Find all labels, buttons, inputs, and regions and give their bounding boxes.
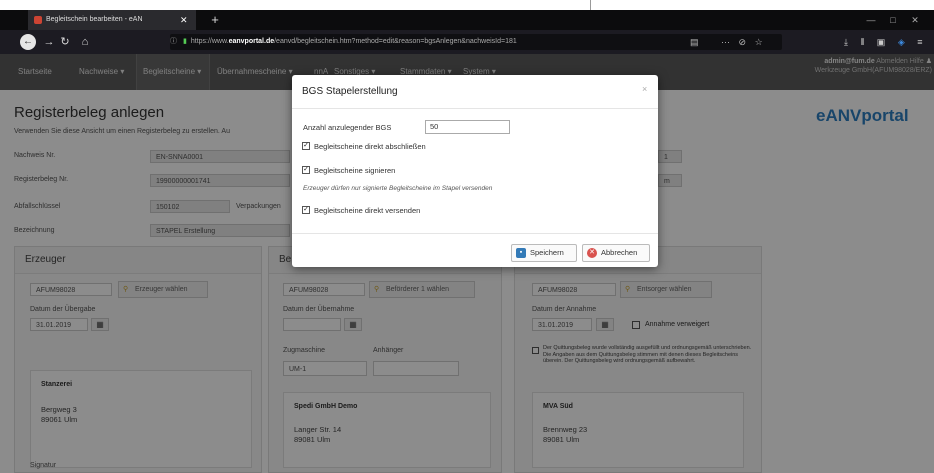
floppy-disk-icon: ▪ — [516, 248, 526, 258]
signature-hint: Erzeuger dürfen nur signierte Begleitsch… — [303, 185, 493, 192]
minimize-icon[interactable]: — — [860, 10, 882, 30]
bgs-stapel-dialog: BGS Stapelerstellung × Anzahl anzulegend… — [292, 75, 658, 267]
menu-icon[interactable]: ≡ — [917, 37, 922, 47]
url-path: /eanvd/begleitschein.htm?method=edit&rea… — [274, 38, 517, 45]
dialog-divider — [292, 108, 658, 109]
window-controls: — □ ✕ — [860, 10, 934, 30]
reader-icon[interactable]: ▤ — [690, 37, 699, 47]
new-tab-button[interactable]: + — [207, 10, 223, 30]
more-icon[interactable]: ··· — [721, 37, 730, 47]
reload-icon[interactable]: ↻ — [56, 30, 74, 54]
url-icons: ▤ ··· ⊘ ☆ — [690, 34, 780, 50]
shield-icon[interactable]: ◈ — [898, 37, 905, 47]
info-icon: ⓘ — [170, 38, 177, 45]
favicon-icon — [34, 16, 42, 24]
home-icon[interactable]: ⌂ — [76, 30, 94, 54]
close-window-icon[interactable]: ✕ — [904, 10, 926, 30]
dialog-title: BGS Stapelerstellung — [302, 86, 398, 97]
download-icon[interactable]: ⤓ — [844, 37, 848, 47]
url-domain: eanvportal.de — [228, 38, 275, 45]
cancel-label: Abbrechen — [601, 248, 638, 257]
bookmark-star-icon[interactable]: ☆ — [755, 37, 763, 47]
tab-title: Begleitschein bearbeiten - eAN — [46, 16, 143, 23]
library-icon[interactable]: ⫴ — [861, 37, 865, 47]
count-label: Anzahl anzulegender BGS — [303, 123, 392, 132]
cancel-button[interactable]: ✕ Abbrechen — [582, 244, 650, 262]
back-icon[interactable]: ← — [20, 34, 36, 50]
sidebar-icon[interactable]: ▣ — [877, 37, 886, 47]
browser-tab[interactable]: Begleitschein bearbeiten - eAN ✕ — [28, 10, 196, 30]
url-prefix: https://www. — [190, 38, 229, 45]
save-label: Speichern — [530, 248, 564, 257]
tab-close-icon[interactable]: ✕ — [180, 10, 188, 30]
signieren-label: Begleitscheine signieren — [314, 166, 396, 175]
lock-icon: ▮ — [183, 38, 187, 45]
cancel-icon: ✕ — [587, 248, 597, 258]
pocket-icon[interactable]: ⊘ — [739, 37, 747, 47]
close-icon[interactable]: × — [642, 84, 647, 94]
abschliessen-checkbox[interactable]: ✓ — [302, 142, 310, 150]
maximize-icon[interactable]: □ — [882, 10, 904, 30]
dialog-divider — [292, 233, 658, 234]
abschliessen-label: Begleitscheine direkt abschließen — [314, 142, 426, 151]
versenden-checkbox[interactable]: ✓ — [302, 206, 310, 214]
toolbar-icons: ⤓ ⫴ ▣ ◈ ≡ — [844, 30, 934, 54]
versenden-label: Begleitscheine direkt versenden — [314, 206, 421, 215]
signieren-checkbox[interactable]: ✓ — [302, 166, 310, 174]
count-input[interactable]: 50 — [425, 120, 510, 134]
save-button[interactable]: ▪ Speichern — [511, 244, 577, 262]
top-strip — [0, 0, 934, 10]
